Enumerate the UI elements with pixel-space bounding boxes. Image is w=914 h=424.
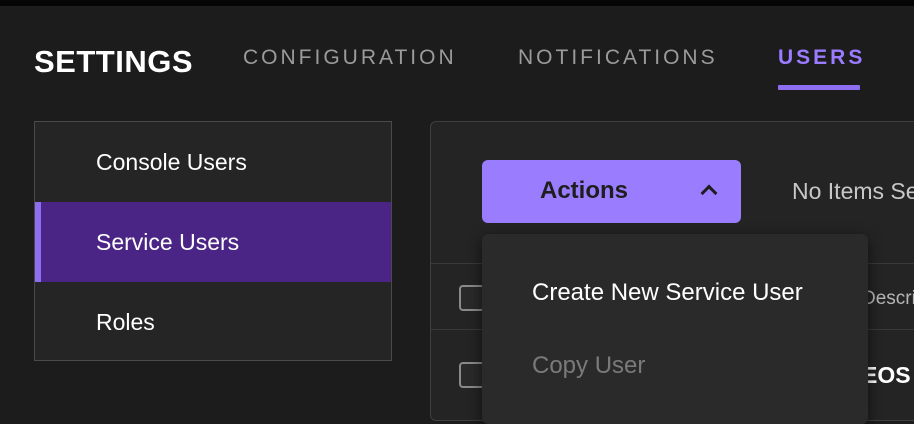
- chevron-up-icon: [700, 184, 718, 202]
- sidebar: Console Users Service Users Roles: [34, 121, 392, 361]
- sidebar-item-label: Console Users: [96, 148, 247, 175]
- selected-indicator: [35, 202, 41, 282]
- sidebar-item-service-users[interactable]: Service Users: [35, 202, 391, 282]
- sidebar-item-label: Roles: [96, 308, 155, 335]
- table-cell: EOS: [862, 362, 911, 388]
- tab-notifications[interactable]: NOTIFICATIONS: [518, 46, 718, 70]
- tab-users[interactable]: USERS: [778, 46, 865, 70]
- column-header-description[interactable]: Description: [862, 288, 914, 310]
- active-tab-indicator: [778, 85, 860, 90]
- page-title: SETTINGS: [34, 44, 194, 79]
- window-top-edge: [0, 0, 914, 6]
- sidebar-item-roles[interactable]: Roles: [35, 282, 391, 362]
- menu-item-copy-user[interactable]: Copy User: [532, 352, 645, 380]
- actions-dropdown-menu: Create New Service User Copy User: [482, 234, 868, 424]
- menu-item-create-service-user[interactable]: Create New Service User: [532, 279, 803, 307]
- actions-button[interactable]: Actions: [482, 160, 741, 223]
- selection-status: No Items Selected: [792, 178, 914, 204]
- sidebar-item-label: Service Users: [96, 228, 240, 255]
- sidebar-item-console-users[interactable]: Console Users: [35, 122, 391, 202]
- actions-button-label: Actions: [540, 177, 629, 204]
- tab-configuration[interactable]: CONFIGURATION: [243, 46, 457, 70]
